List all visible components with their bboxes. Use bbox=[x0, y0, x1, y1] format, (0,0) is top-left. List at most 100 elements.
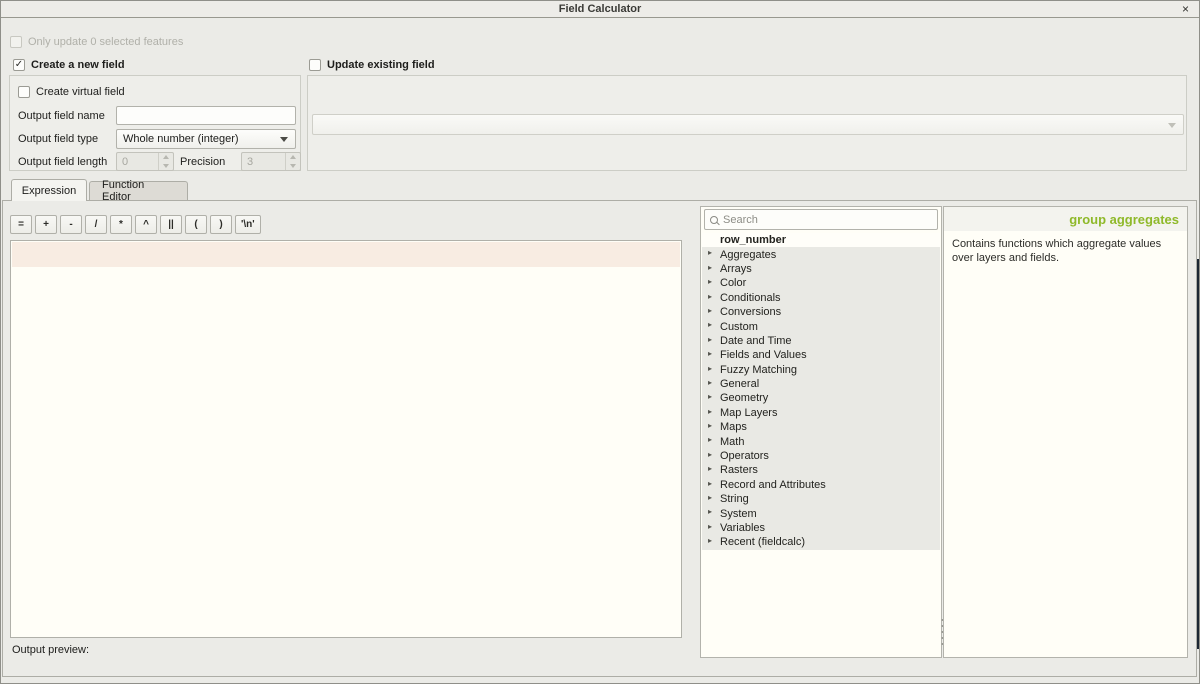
expander-icon[interactable]: ▸ bbox=[708, 364, 712, 373]
expander-icon[interactable]: ▸ bbox=[708, 335, 712, 344]
tab-expression[interactable]: Expression bbox=[11, 179, 87, 201]
expander-icon[interactable]: ▸ bbox=[708, 464, 712, 473]
tree-item-math[interactable]: ▸Math bbox=[702, 434, 940, 448]
checkbox-checked-icon: ✓ bbox=[13, 59, 25, 71]
expander-icon[interactable]: ▸ bbox=[708, 248, 712, 257]
equals-operator-button[interactable]: = bbox=[10, 215, 32, 234]
tree-item-variables[interactable]: ▸Variables bbox=[702, 521, 940, 535]
precision-value: 3 bbox=[247, 156, 253, 168]
close-paren-button[interactable]: ) bbox=[210, 215, 232, 234]
tree-item-conditionals[interactable]: ▸Conditionals bbox=[702, 291, 940, 305]
tree-item-row-number[interactable]: row_number bbox=[702, 233, 940, 247]
output-field-length-spinner: 0 bbox=[116, 152, 174, 171]
spin-down-icon bbox=[286, 162, 300, 171]
expander-icon[interactable]: ▸ bbox=[708, 349, 712, 358]
help-title: group aggregates bbox=[944, 207, 1187, 231]
tree-item-aggregates[interactable]: ▸Aggregates bbox=[702, 247, 940, 261]
search-icon bbox=[710, 216, 718, 224]
expander-icon[interactable]: ▸ bbox=[708, 421, 712, 430]
function-help-panel: group aggregates Contains functions whic… bbox=[943, 206, 1188, 658]
tree-item-general[interactable]: ▸General bbox=[702, 377, 940, 391]
tree-item-maps[interactable]: ▸Maps bbox=[702, 420, 940, 434]
tree-item-geometry[interactable]: ▸Geometry bbox=[702, 391, 940, 405]
expander-icon[interactable]: ▸ bbox=[708, 320, 712, 329]
expander-icon[interactable]: ▸ bbox=[708, 522, 712, 531]
output-field-type-select[interactable]: Whole number (integer) bbox=[116, 129, 296, 149]
expander-icon[interactable]: ▸ bbox=[708, 493, 712, 502]
tree-item-record-and-attributes[interactable]: ▸Record and Attributes bbox=[702, 478, 940, 492]
output-field-type-label: Output field type bbox=[18, 133, 98, 145]
tree-item-operators[interactable]: ▸Operators bbox=[702, 449, 940, 463]
tab-expression-label: Expression bbox=[22, 185, 76, 197]
field-calculator-dialog: Field Calculator × Only update 0 selecte… bbox=[0, 0, 1200, 684]
dropdown-arrow-icon bbox=[280, 137, 288, 142]
tree-item-color[interactable]: ▸Color bbox=[702, 276, 940, 290]
divide-operator-button[interactable]: / bbox=[85, 215, 107, 234]
create-virtual-field-checkbox[interactable]: Create virtual field bbox=[18, 86, 125, 98]
tree-item-map-layers[interactable]: ▸Map Layers bbox=[702, 406, 940, 420]
expander-icon[interactable]: ▸ bbox=[708, 536, 712, 545]
function-search-box[interactable] bbox=[704, 209, 938, 230]
tree-item-string[interactable]: ▸String bbox=[702, 492, 940, 506]
update-existing-field-checkbox[interactable]: Update existing field bbox=[309, 59, 435, 71]
function-list-panel: row_number ▸Aggregates ▸Arrays ▸Color ▸C… bbox=[700, 206, 942, 658]
existing-field-select bbox=[312, 114, 1184, 135]
create-new-field-label: Create a new field bbox=[31, 59, 125, 71]
tree-item-fuzzy-matching[interactable]: ▸Fuzzy Matching bbox=[702, 363, 940, 377]
expander-icon[interactable]: ▸ bbox=[708, 263, 712, 272]
only-update-selected-checkbox: Only update 0 selected features bbox=[10, 36, 183, 48]
expression-editor[interactable] bbox=[10, 240, 682, 638]
tree-item-conversions[interactable]: ▸Conversions bbox=[702, 305, 940, 319]
dropdown-arrow-icon bbox=[1168, 123, 1176, 128]
expander-icon[interactable]: ▸ bbox=[708, 392, 712, 401]
search-input[interactable] bbox=[723, 214, 932, 226]
precision-label: Precision bbox=[180, 156, 225, 168]
expander-icon[interactable]: ▸ bbox=[708, 306, 712, 315]
expression-tab-panel: = + - / * ^ || ( ) '\n' row_number ▸Aggr… bbox=[2, 200, 1197, 677]
expander-icon[interactable]: ▸ bbox=[708, 435, 712, 444]
expander-icon[interactable]: ▸ bbox=[708, 479, 712, 488]
title-bar: Field Calculator × bbox=[1, 1, 1199, 18]
concat-operator-button[interactable]: || bbox=[160, 215, 182, 234]
multiply-operator-button[interactable]: * bbox=[110, 215, 132, 234]
tab-function-editor[interactable]: Function Editor bbox=[89, 181, 188, 200]
update-existing-field-label: Update existing field bbox=[327, 59, 435, 71]
open-paren-button[interactable]: ( bbox=[185, 215, 207, 234]
tree-item-arrays[interactable]: ▸Arrays bbox=[702, 262, 940, 276]
close-icon[interactable]: × bbox=[1182, 2, 1189, 17]
current-line-highlight bbox=[12, 242, 680, 267]
output-field-length-value: 0 bbox=[122, 156, 128, 168]
expander-icon[interactable]: ▸ bbox=[708, 378, 712, 387]
expander-icon[interactable]: ▸ bbox=[708, 277, 712, 286]
tree-item-rasters[interactable]: ▸Rasters bbox=[702, 463, 940, 477]
update-existing-field-group bbox=[307, 75, 1187, 171]
precision-spinner: 3 bbox=[241, 152, 301, 171]
output-preview-label: Output preview: bbox=[12, 644, 89, 656]
checkbox-icon bbox=[10, 36, 22, 48]
tree-item-system[interactable]: ▸System bbox=[702, 506, 940, 520]
newline-button[interactable]: '\n' bbox=[235, 215, 261, 234]
expander-icon[interactable]: ▸ bbox=[708, 450, 712, 459]
power-operator-button[interactable]: ^ bbox=[135, 215, 157, 234]
expander-icon[interactable]: ▸ bbox=[708, 292, 712, 301]
create-new-field-checkbox[interactable]: ✓ Create a new field bbox=[13, 59, 125, 71]
output-field-name-label: Output field name bbox=[18, 110, 105, 122]
tree-item-date-and-time[interactable]: ▸Date and Time bbox=[702, 334, 940, 348]
spin-up-icon bbox=[286, 153, 300, 162]
plus-operator-button[interactable]: + bbox=[35, 215, 57, 234]
minus-operator-button[interactable]: - bbox=[60, 215, 82, 234]
expander-icon[interactable]: ▸ bbox=[708, 507, 712, 516]
operator-button-row: = + - / * ^ || ( ) '\n' bbox=[10, 215, 261, 234]
tree-item-custom[interactable]: ▸Custom bbox=[702, 319, 940, 333]
tree-item-fields-and-values[interactable]: ▸Fields and Values bbox=[702, 348, 940, 362]
help-body: Contains functions which aggregate value… bbox=[944, 231, 1187, 271]
function-tree: row_number ▸Aggregates ▸Arrays ▸Color ▸C… bbox=[702, 233, 940, 656]
output-field-type-value: Whole number (integer) bbox=[123, 133, 239, 145]
spin-up-icon bbox=[159, 153, 173, 162]
tree-item-recent-fieldcalc[interactable]: ▸Recent (fieldcalc) bbox=[702, 535, 940, 549]
checkbox-icon bbox=[309, 59, 321, 71]
only-update-selected-label: Only update 0 selected features bbox=[28, 36, 183, 48]
expander-icon[interactable]: ▸ bbox=[708, 407, 712, 416]
create-new-field-group: Create virtual field Output field name O… bbox=[9, 75, 301, 171]
output-field-name-input[interactable] bbox=[116, 106, 296, 125]
